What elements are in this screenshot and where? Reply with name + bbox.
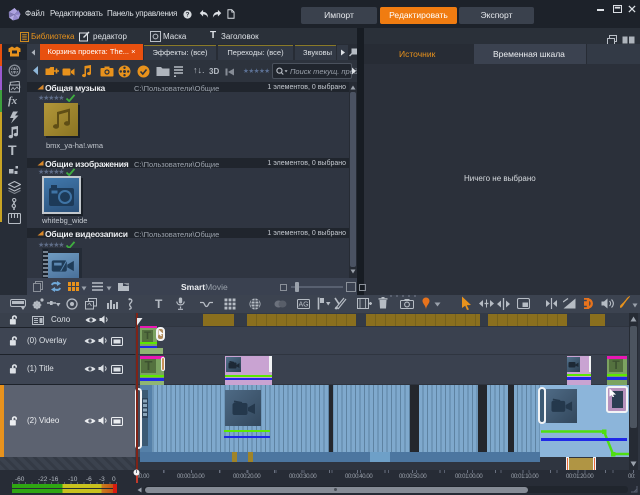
svg-text:?: ? <box>186 12 190 19</box>
svg-text:AG: AG <box>298 302 308 309</box>
